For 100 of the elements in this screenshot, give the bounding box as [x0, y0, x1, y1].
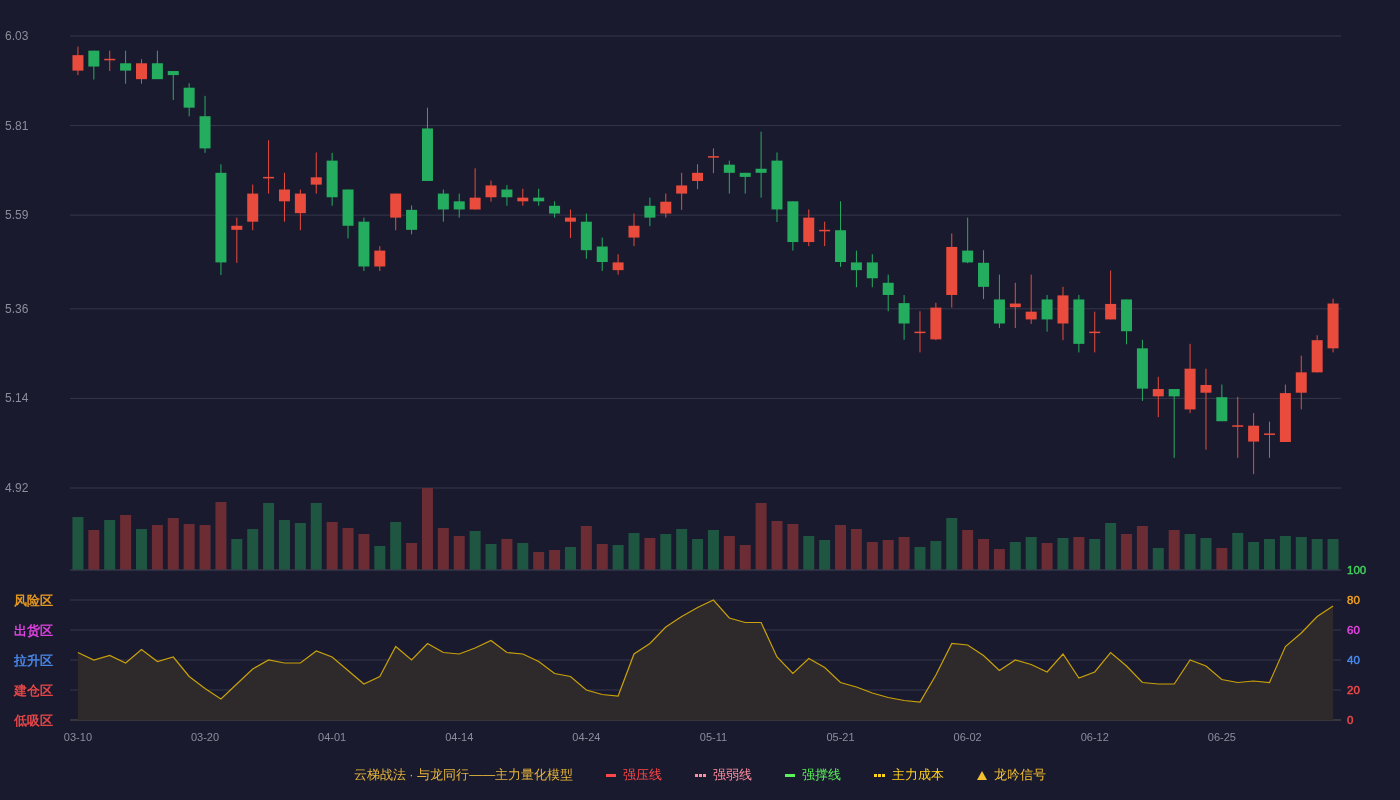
candlestick [374, 245, 386, 272]
legend-item[interactable]: 龙吟信号 [977, 767, 1047, 783]
candlestick [564, 208, 576, 239]
candlestick [660, 193, 672, 219]
candlestick [1279, 384, 1291, 443]
candlestick [993, 274, 1005, 329]
candlestick [898, 294, 910, 341]
candlestick [358, 217, 370, 272]
candlestick [263, 139, 275, 195]
candlestick [1232, 396, 1244, 459]
candlestick [485, 180, 497, 203]
candlestick [136, 58, 147, 85]
candlestick [866, 253, 878, 288]
x-axis-label: 04-01 [318, 731, 347, 743]
x-axis-label: 06-25 [1207, 731, 1236, 743]
zone-label: 拉升区 [14, 653, 53, 668]
candlestick [104, 50, 116, 72]
y-axis-label: 5.81 [5, 118, 29, 133]
candlestick [1264, 421, 1275, 459]
candlestick [1041, 294, 1053, 333]
candlestick [88, 50, 100, 81]
zone-label: 建仓区 [14, 683, 53, 698]
y-axis-label: 0 [1347, 714, 1354, 726]
candlestick [1136, 339, 1148, 402]
candlestick [739, 172, 751, 195]
y-axis-label: 60 [1347, 624, 1360, 636]
candlestick [914, 310, 926, 353]
candlestick [183, 82, 195, 117]
zone-label: 出货区 [14, 623, 53, 638]
candlestick [120, 50, 132, 85]
candlestick [151, 50, 163, 80]
y-axis-label: 100 [1347, 564, 1367, 576]
candlestick [1295, 355, 1307, 410]
candlestick [294, 189, 306, 231]
candlestick [549, 200, 561, 219]
candlestick [596, 237, 608, 272]
candlestick [469, 167, 481, 210]
candlestick [1248, 412, 1260, 475]
candlestick [1168, 388, 1180, 459]
candlestick [771, 151, 783, 223]
candlestick [930, 302, 942, 341]
candlestick [1057, 286, 1069, 341]
candlestick [1009, 282, 1021, 329]
candlestick [850, 250, 862, 288]
candlestick [517, 188, 529, 207]
candlestick [247, 184, 259, 231]
legend-item[interactable]: 强弱线 [695, 767, 753, 783]
candlestick [1089, 311, 1101, 353]
candlestick [882, 274, 894, 312]
candlestick [723, 160, 735, 195]
candlestick [342, 189, 354, 239]
candlestick [533, 188, 545, 207]
candlestick [580, 213, 592, 260]
x-axis-label: 06-02 [953, 731, 982, 743]
x-axis-label: 06-12 [1080, 731, 1109, 743]
candlestick [755, 131, 767, 199]
y-axis-label: 20 [1347, 684, 1360, 696]
legend-item[interactable]: 强压线 [606, 767, 663, 783]
y-axis-label: 5.36 [5, 301, 29, 316]
candlestick [501, 184, 513, 207]
candlestick [978, 249, 990, 300]
y-axis-label: 6.03 [5, 29, 29, 43]
candlestick [231, 217, 243, 264]
candlestick [1073, 294, 1085, 353]
candlestick [612, 253, 624, 276]
candlestick [707, 147, 719, 174]
candlestick [676, 172, 688, 211]
candlestick [279, 172, 290, 223]
candlestick [644, 197, 656, 227]
legend-item[interactable]: 强撑线 [785, 767, 842, 783]
candlestick [1025, 274, 1037, 325]
y-axis-label: 40 [1347, 654, 1360, 666]
legend-item[interactable]: 主力成本 [874, 767, 945, 783]
candlestick [437, 189, 449, 223]
candlestick [692, 163, 704, 190]
candlestick [628, 213, 640, 247]
candlestick [167, 70, 179, 101]
candlestick [803, 208, 815, 247]
candlestick [1121, 298, 1132, 345]
candlestick [199, 95, 211, 154]
x-axis-label: 05-11 [699, 731, 728, 743]
candlestick [310, 151, 322, 195]
candlestick [72, 46, 84, 76]
x-axis-label: 04-14 [445, 731, 474, 743]
y-axis-label: 4.92 [5, 481, 29, 495]
candlestick [835, 200, 847, 268]
candlestick [326, 152, 338, 207]
candlestick [1152, 376, 1164, 418]
candlestick [453, 193, 465, 219]
x-axis-label: 05-21 [826, 731, 855, 743]
candlestick [1105, 270, 1117, 320]
candlestick [819, 221, 831, 247]
x-axis-label: 04-24 [572, 731, 601, 743]
y-axis-label: 5.59 [5, 208, 29, 223]
candlestick [787, 200, 799, 252]
zone-label: 低吸区 [14, 713, 53, 728]
candlestick [390, 193, 402, 231]
candlestick [406, 204, 418, 235]
y-axis-label: 5.14 [5, 391, 29, 406]
candlestick [962, 217, 974, 264]
